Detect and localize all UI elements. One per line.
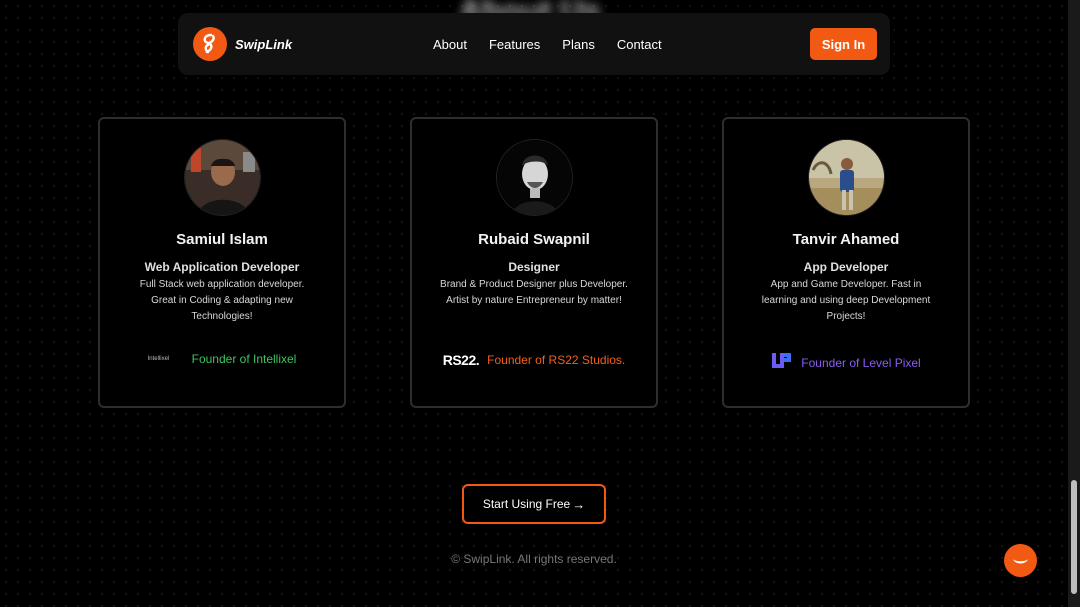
level-pixel-logo-icon: LP	[771, 352, 793, 373]
member-description: Brand & Product Designer plus Developer.…	[440, 279, 628, 306]
navbar: SwipLink About Features Plans Contact Si…	[178, 13, 890, 75]
nav-link-contact[interactable]: Contact	[617, 37, 662, 52]
nav-links: About Features Plans Contact	[433, 37, 662, 52]
member-role: Designer	[508, 260, 560, 274]
intellixel-logo-icon: Intellixel	[147, 356, 170, 362]
page-scrollbar[interactable]	[1068, 0, 1080, 607]
team-card-rubaid: Rubaid Swapnil Designer Brand & Product …	[410, 117, 658, 408]
brand-logo[interactable]: SwipLink	[193, 27, 433, 61]
scrollbar-thumb[interactable]	[1071, 480, 1077, 594]
cta-label: Start Using Free	[482, 497, 571, 511]
founder-line[interactable]: Intellixel Founder of Intellixel	[100, 352, 344, 366]
avatar	[496, 139, 573, 216]
member-role: Web Application Developer	[144, 260, 300, 274]
chat-bubble-icon[interactable]	[1004, 544, 1037, 577]
founder-line[interactable]: LP Founder of Level Pixel	[724, 352, 968, 373]
member-name: Samiul Islam	[176, 231, 268, 248]
brand-name: SwipLink	[235, 36, 293, 52]
team-card-samiul: Samiul Islam Web Application Developer F…	[98, 117, 346, 408]
team-card-tanvir: Tanvir Ahamed App Developer App and Game…	[722, 117, 970, 408]
rs22-logo-icon: RS22.	[442, 352, 480, 368]
sign-in-button[interactable]: Sign In	[810, 28, 877, 60]
nav-link-about[interactable]: About	[433, 37, 467, 52]
member-description: Full Stack web application developer. Gr…	[139, 279, 305, 322]
avatar	[808, 139, 885, 216]
arrow-right-icon: →	[572, 496, 586, 512]
founder-text: Founder of Level Pixel	[801, 355, 921, 370]
member-name: Rubaid Swapnil	[478, 231, 590, 248]
nav-link-plans[interactable]: Plans	[562, 37, 595, 52]
founder-text: Founder of Intellixel	[191, 352, 297, 366]
swiplink-logo-icon	[193, 27, 227, 61]
avatar	[184, 139, 261, 216]
footer-copyright: © SwipLink. All rights reserved.	[451, 552, 617, 566]
member-role: App Developer	[803, 260, 889, 274]
member-description: App and Game Developer. Fast in learning…	[761, 279, 931, 322]
founder-text: Founder of RS22 Studios.	[487, 353, 626, 367]
founder-line[interactable]: RS22. Founder of RS22 Studios.	[412, 352, 656, 368]
nav-link-features[interactable]: Features	[489, 37, 540, 52]
start-using-free-button[interactable]: Start Using Free →	[462, 484, 606, 524]
member-name: Tanvir Ahamed	[792, 231, 900, 248]
